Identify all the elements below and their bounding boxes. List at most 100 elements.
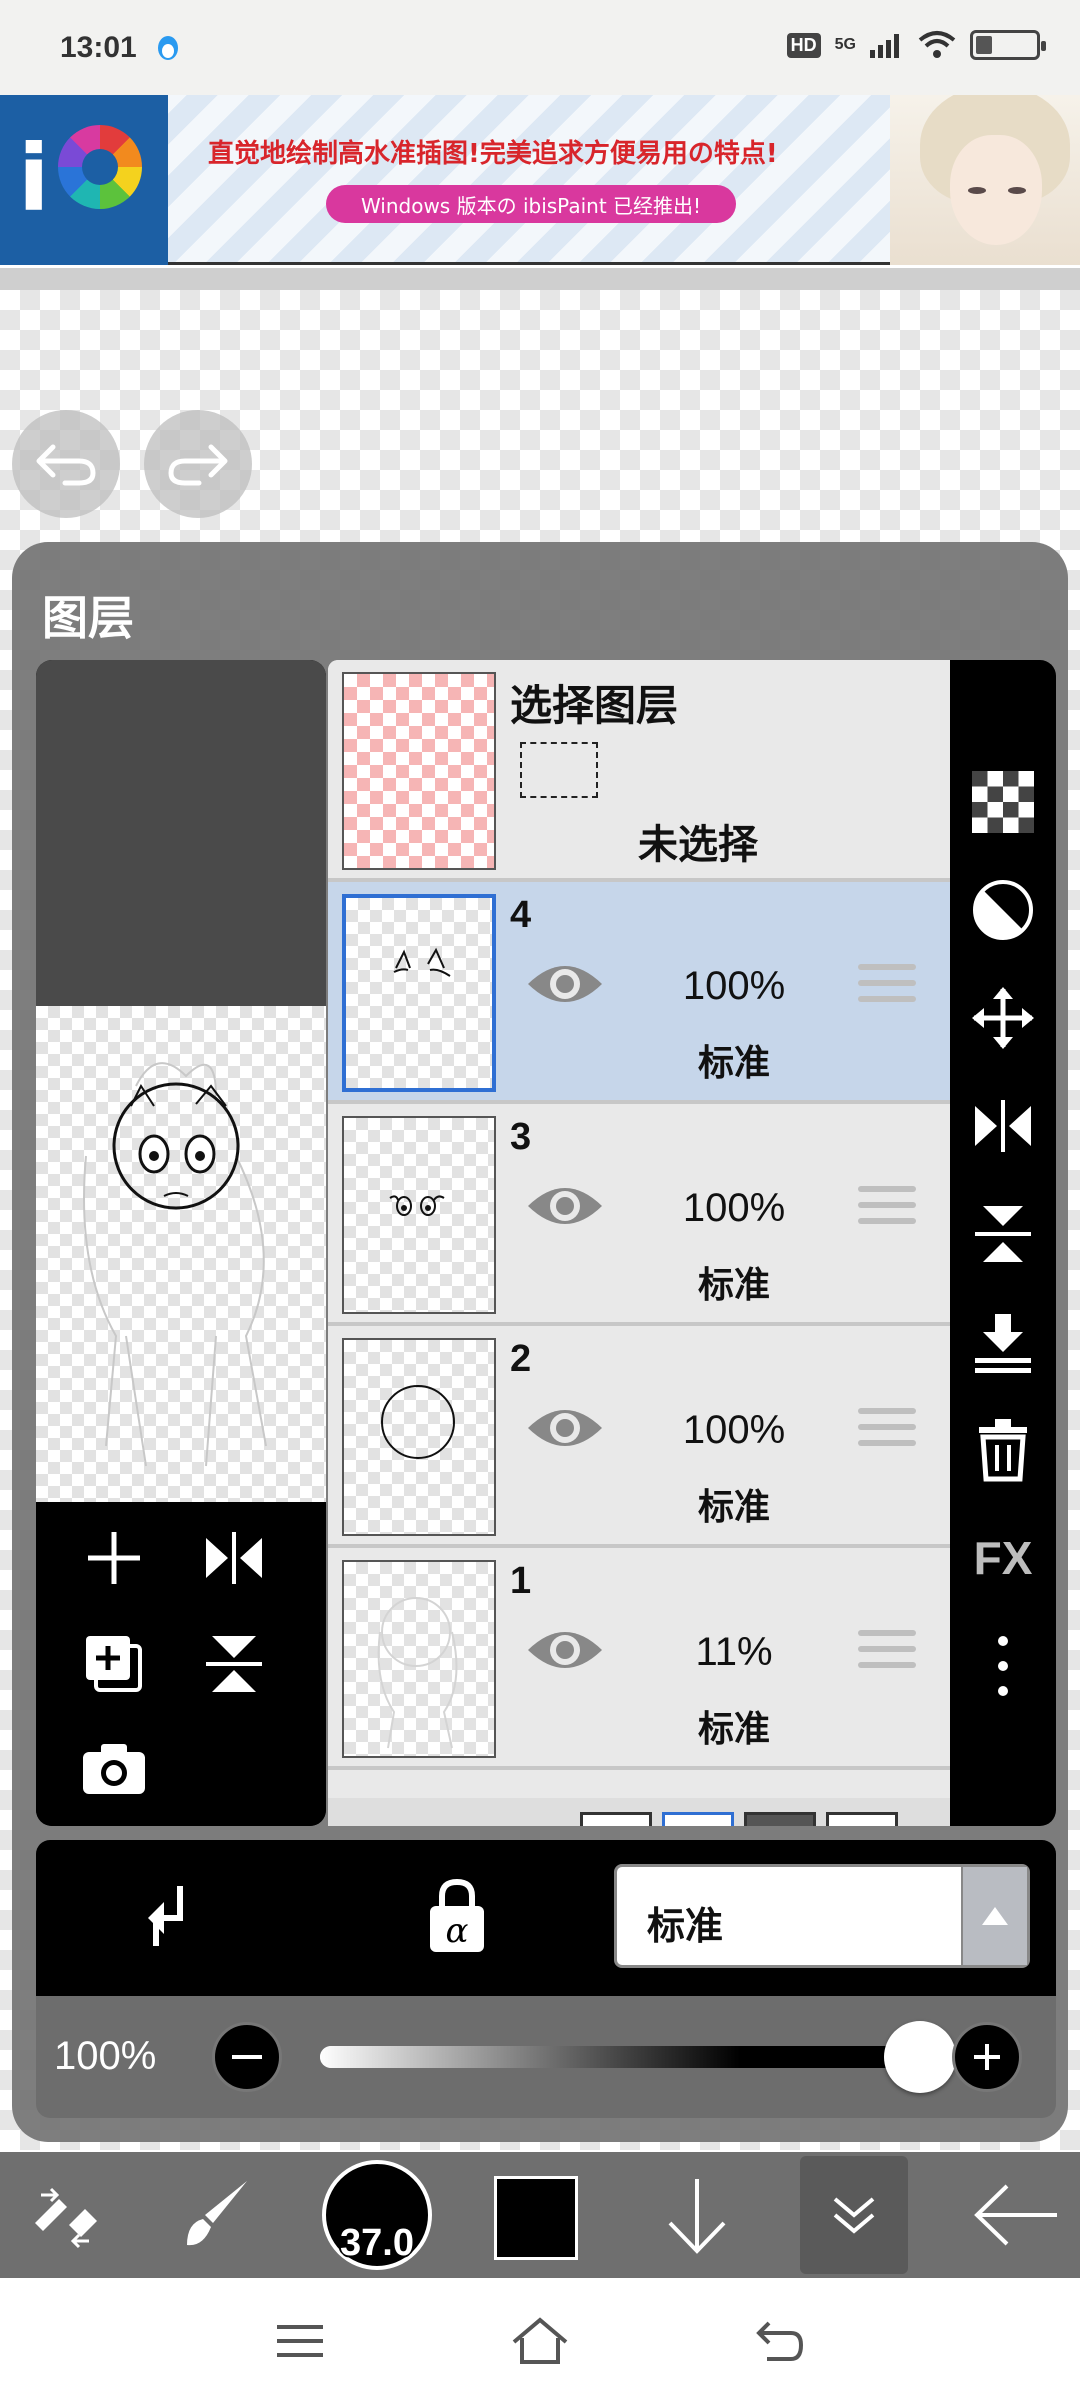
eye-icon[interactable] [524, 1176, 606, 1236]
system-nav-bar [0, 2278, 1080, 2404]
flip-vertical-button[interactable] [194, 1624, 274, 1704]
fill-transparent-button[interactable] [963, 762, 1043, 842]
tool-switch-icon [35, 2187, 97, 2249]
status-bar: 13:01 HD 5G [0, 0, 1080, 95]
folder-thumbnail[interactable] [580, 1812, 652, 1826]
folder-thumbnails-row [328, 1798, 950, 1826]
layer-tools [36, 1502, 326, 1826]
drag-handle-icon[interactable] [858, 1186, 916, 1238]
flip-vertical-layer-button[interactable] [963, 1194, 1043, 1274]
tool-switch-button[interactable] [20, 2152, 110, 2278]
duplicate-layer-button[interactable] [74, 1624, 154, 1704]
opacity-slider[interactable] [320, 2046, 920, 2068]
redo-icon [168, 444, 228, 486]
clipping-button[interactable] [140, 1880, 204, 1959]
folder-thumbnail[interactable] [826, 1812, 898, 1826]
delete-layer-button[interactable] [963, 1410, 1043, 1490]
brush-button[interactable] [172, 2152, 262, 2278]
selection-layer-title: 选择图层 [510, 681, 679, 730]
bottom-toolbar: 37.0 [0, 2152, 1080, 2278]
home-button[interactable] [500, 2306, 580, 2376]
recent-apps-button[interactable] [260, 2306, 340, 2376]
drag-handle-icon[interactable] [858, 1408, 916, 1460]
undo-button[interactable] [12, 410, 120, 518]
home-icon [512, 2317, 568, 2364]
selection-marquee-icon [520, 742, 598, 798]
collapse-panel-button[interactable] [800, 2156, 908, 2274]
layer-row-1[interactable]: 1 11% 标准 [328, 1548, 950, 1770]
folder-thumbnail[interactable] [744, 1812, 816, 1826]
layer-blend-mode: 标准 [697, 1265, 770, 1306]
preview-empty-area [36, 660, 326, 1006]
status-time: 13:01 [60, 30, 137, 64]
back-button[interactable] [966, 2152, 1066, 2278]
layer-blend-mode: 标准 [697, 1709, 770, 1750]
more-options-button[interactable] [963, 1626, 1043, 1706]
wifi-icon [918, 31, 956, 58]
opacity-value: 100% [54, 2034, 157, 2078]
ad-banner[interactable]: i 直觉地绘制高水准插图!完美追求方便易用の特点! Windows 版本の ib… [0, 95, 1080, 265]
eye-icon[interactable] [524, 954, 606, 1014]
opacity-decrease-button[interactable] [212, 2022, 282, 2092]
layer-side-tools: FX [950, 660, 1056, 1826]
down-arrow-button[interactable] [652, 2152, 742, 2278]
banner-portrait-image [890, 95, 1080, 265]
redo-button[interactable] [144, 410, 252, 518]
add-layer-button[interactable] [74, 1518, 154, 1598]
duplicate-icon [86, 1636, 142, 1692]
layer-thumbnail [342, 894, 496, 1092]
layer-number: 4 [510, 894, 532, 936]
camera-button[interactable] [74, 1728, 154, 1808]
layer-number: 1 [510, 1560, 532, 1602]
alpha-lock-button[interactable]: α [428, 1878, 486, 1961]
layer-blend-mode: 标准 [697, 1487, 770, 1528]
minus-icon [232, 2055, 262, 2059]
layer-blend-mode: 标准 [697, 1043, 770, 1084]
folder-thumbnail[interactable] [662, 1812, 734, 1826]
opacity-increase-button[interactable] [952, 2022, 1022, 2092]
layer-row-2[interactable]: 2 100% 标准 [328, 1326, 950, 1548]
opacity-slider-knob[interactable] [884, 2021, 956, 2093]
camera-icon [83, 1744, 145, 1794]
clip-arrow-icon [148, 1886, 183, 1946]
flip-horizontal-layer-button[interactable] [963, 1086, 1043, 1166]
flip-horizontal-icon [206, 1532, 262, 1584]
drag-handle-icon[interactable] [858, 1630, 916, 1682]
layer-panel: 图层 选择图层 未选择 4 100% 标准 3 100% 标准 2 100% 标… [12, 542, 1068, 2142]
sketch-drawing [83, 1062, 267, 1467]
selection-layer-row[interactable]: 选择图层 未选择 [328, 660, 950, 882]
alpha-lock-icon: α [430, 1878, 484, 1952]
battery-icon [970, 30, 1046, 60]
fx-button[interactable]: FX [963, 1518, 1043, 1598]
color-swatch[interactable] [494, 2176, 578, 2260]
more-vertical-icon [998, 1636, 1008, 1696]
layer-opacity: 100% [682, 964, 786, 1008]
blend-mode-select[interactable]: 标准 [614, 1864, 1030, 1968]
hd-badge: HD [786, 32, 821, 58]
flip-horizontal-button[interactable] [194, 1518, 274, 1598]
layer-number: 3 [510, 1116, 532, 1158]
double-chevron-down-icon [833, 2197, 875, 2234]
drag-handle-icon[interactable] [858, 964, 916, 1016]
eye-icon[interactable] [524, 1398, 606, 1458]
layers-list: 选择图层 未选择 4 100% 标准 3 100% 标准 2 100% 标准 1… [328, 660, 950, 1826]
network-type: 5G [834, 36, 856, 53]
eye-icon[interactable] [524, 1620, 606, 1680]
layer-panel-title: 图层 [42, 591, 134, 645]
banner-cta[interactable]: Windows 版本の ibisPaint 已经推出! [326, 185, 736, 223]
preview-canvas-thumbnail[interactable] [36, 1006, 326, 1502]
layer-row-4[interactable]: 4 100% 标准 [328, 882, 950, 1104]
layer-row-3[interactable]: 3 100% 标准 [328, 1104, 950, 1326]
selection-status: 未选择 [638, 822, 758, 868]
move-button[interactable] [963, 978, 1043, 1058]
notification-penguin-icon [157, 35, 178, 60]
dropdown-arrow-icon[interactable] [961, 1867, 1027, 1965]
system-back-button[interactable] [740, 2306, 820, 2376]
canvas-top-strip [0, 268, 1080, 290]
merge-down-button[interactable] [963, 1302, 1043, 1382]
flip-vertical-icon [975, 1206, 1031, 1262]
brush-icon [187, 2181, 247, 2246]
blend-mode-value: 标准 [647, 1904, 724, 1948]
invert-button[interactable] [963, 870, 1043, 950]
flip-vertical-icon [206, 1636, 262, 1692]
